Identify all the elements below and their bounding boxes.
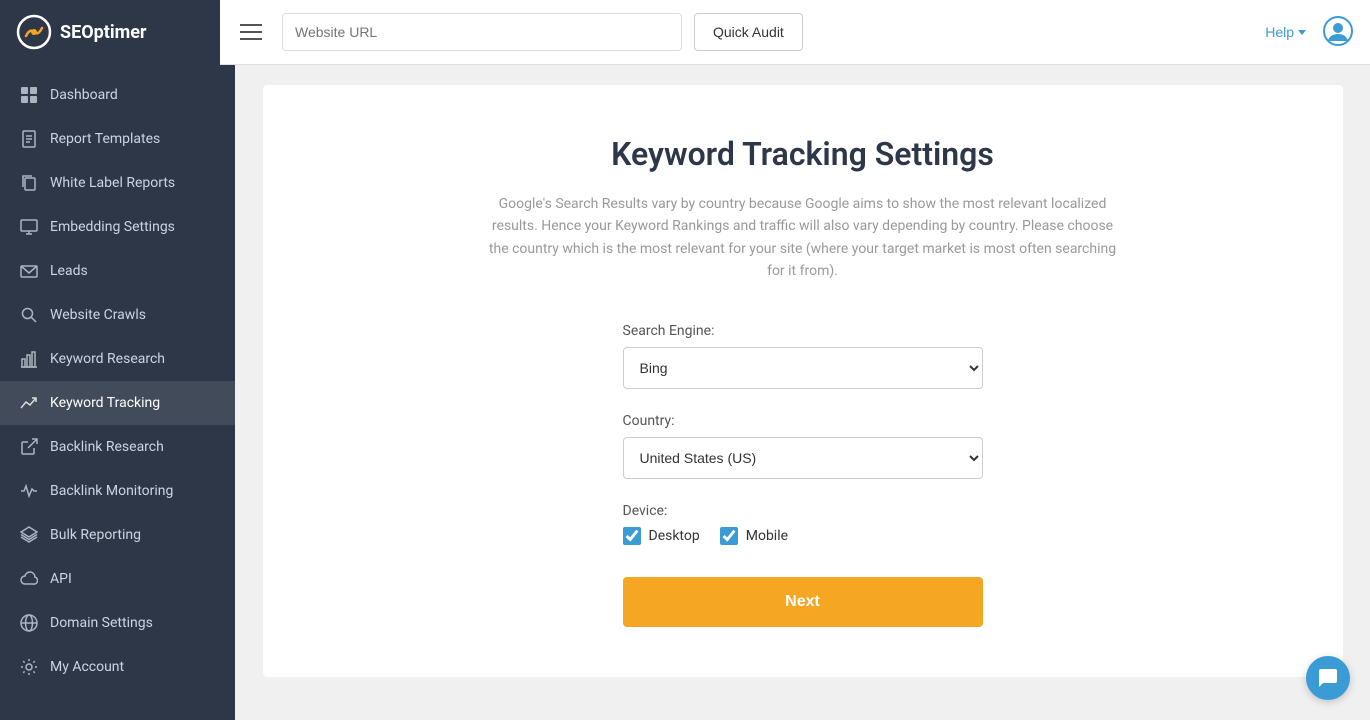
sidebar-item-bulk-reporting[interactable]: Bulk Reporting [0,513,235,557]
user-icon [1322,15,1354,47]
logo-icon [16,14,52,50]
mail-icon [20,262,38,280]
device-checkboxes: Desktop Mobile [623,527,983,545]
help-button[interactable]: Help [1265,24,1306,40]
sidebar-label-report-templates: Report Templates [50,131,160,147]
cloud-icon [20,570,38,588]
user-profile-button[interactable] [1322,15,1354,50]
url-input[interactable] [282,13,682,51]
search-engine-label: Search Engine: [623,323,983,339]
search-engine-group: Search Engine: Google Bing Yahoo [623,323,983,389]
sidebar-item-white-label-reports[interactable]: White Label Reports [0,161,235,205]
sidebar-item-keyword-research[interactable]: Keyword Research [0,337,235,381]
sidebar-item-report-templates[interactable]: Report Templates [0,117,235,161]
main-layout: Dashboard Report Templates White Label R… [0,65,1370,720]
sidebar: Dashboard Report Templates White Label R… [0,65,235,720]
sidebar-label-backlink-monitoring: Backlink Monitoring [50,483,173,499]
mobile-checkbox-label[interactable]: Mobile [720,527,788,545]
logo-area: SEOptimer [0,0,220,65]
quick-audit-button[interactable]: Quick Audit [694,13,803,51]
sidebar-label-keyword-tracking: Keyword Tracking [50,395,160,411]
page-description: Google's Search Results vary by country … [483,193,1123,283]
chevron-down-icon [1298,30,1306,35]
globe-icon [20,614,38,632]
hamburger-button[interactable] [232,16,270,48]
help-label: Help [1265,24,1294,40]
sidebar-item-website-crawls[interactable]: Website Crawls [0,293,235,337]
sidebar-label-bulk-reporting: Bulk Reporting [50,527,141,543]
sidebar-label-dashboard: Dashboard [50,87,118,103]
chat-bubble-button[interactable] [1306,656,1350,700]
search-icon [20,306,38,324]
sidebar-label-api: API [50,571,72,587]
activity-icon [20,482,38,500]
header: SEOptimer Quick Audit Help [0,0,1370,65]
country-select[interactable]: United States (US) United Kingdom (GB) A… [623,437,983,479]
copy-icon [20,174,38,192]
logo-text: SEOptimer [60,22,147,43]
sidebar-item-leads[interactable]: Leads [0,249,235,293]
mobile-label: Mobile [746,528,788,544]
device-label: Device: [623,503,983,519]
chat-icon [1317,667,1339,689]
desktop-label: Desktop [649,528,700,544]
device-group: Device: Desktop Mobile [623,503,983,545]
header-right: Help [1265,15,1354,50]
hamburger-line-3 [240,38,262,40]
bar-chart-icon [20,350,38,368]
hamburger-line-2 [240,31,262,33]
search-engine-select[interactable]: Google Bing Yahoo [623,347,983,389]
page-title: Keyword Tracking Settings [303,135,1303,173]
sidebar-item-backlink-monitoring[interactable]: Backlink Monitoring [0,469,235,513]
monitor-icon [20,218,38,236]
next-button[interactable]: Next [623,577,983,627]
content-area: Keyword Tracking Settings Google's Searc… [235,65,1370,720]
desktop-checkbox-label[interactable]: Desktop [623,527,700,545]
external-link-icon [20,438,38,456]
trending-up-icon [20,394,38,412]
file-text-icon [20,130,38,148]
settings-icon [20,658,38,676]
desktop-checkbox[interactable] [623,527,641,545]
sidebar-label-keyword-research: Keyword Research [50,351,165,367]
hamburger-line-1 [240,24,262,26]
sidebar-item-backlink-research[interactable]: Backlink Research [0,425,235,469]
country-label: Country: [623,413,983,429]
sidebar-label-domain-settings: Domain Settings [50,615,153,631]
sidebar-item-keyword-tracking[interactable]: Keyword Tracking [0,381,235,425]
sidebar-label-backlink-research: Backlink Research [50,439,164,455]
sidebar-label-embedding-settings: Embedding Settings [50,219,175,235]
mobile-checkbox[interactable] [720,527,738,545]
sidebar-label-website-crawls: Website Crawls [50,307,146,323]
sidebar-item-my-account[interactable]: My Account [0,645,235,689]
sidebar-label-my-account: My Account [50,659,124,675]
sidebar-item-embedding-settings[interactable]: Embedding Settings [0,205,235,249]
settings-card: Keyword Tracking Settings Google's Searc… [263,85,1343,677]
country-group: Country: United States (US) United Kingd… [623,413,983,479]
settings-form: Search Engine: Google Bing Yahoo Country… [623,323,983,627]
sidebar-item-api[interactable]: API [0,557,235,601]
sidebar-label-leads: Leads [50,263,88,279]
grid-icon [20,86,38,104]
sidebar-item-domain-settings[interactable]: Domain Settings [0,601,235,645]
sidebar-label-white-label-reports: White Label Reports [50,175,175,191]
layers-icon [20,526,38,544]
sidebar-item-dashboard[interactable]: Dashboard [0,73,235,117]
